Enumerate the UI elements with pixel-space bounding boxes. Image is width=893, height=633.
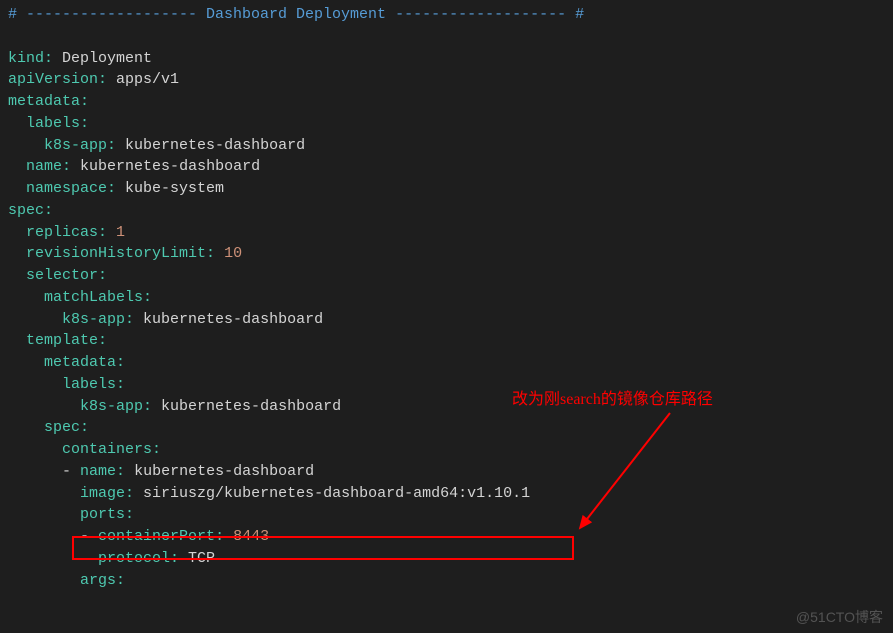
code-block: # ------------------- Dashboard Deployme…: [8, 4, 885, 591]
comment-header: # ------------------- Dashboard Deployme…: [8, 4, 885, 26]
watermark: @51CTO博客: [796, 607, 883, 627]
image-line: image: siriuszg/kubernetes-dashboard-amd…: [8, 483, 885, 505]
annotation-text: 改为刚search的镜像仓库路径: [512, 388, 713, 411]
